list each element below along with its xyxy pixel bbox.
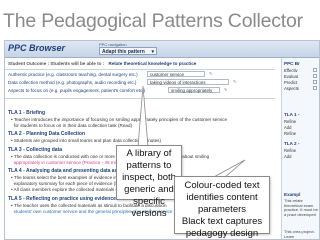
callout-line: generic and <box>124 184 174 195</box>
callout-line: A library of <box>126 148 172 159</box>
callout-line: parameters <box>197 204 247 215</box>
callout-line: pedagogy design <box>185 228 259 239</box>
callout-line: inspect, both <box>122 172 176 183</box>
callout-line: Black text captures <box>181 216 263 227</box>
callout-pointer-library <box>137 85 149 148</box>
callout-colors: Colour-coded text identifies content par… <box>174 176 270 239</box>
callout-line: Colour-coded text <box>184 180 260 191</box>
callout-line: specific versions <box>131 196 167 219</box>
callout-library: A library of patterns to inspect, both g… <box>116 145 182 219</box>
callout-line: patterns to <box>126 160 172 171</box>
callout-line: identifies content <box>186 192 258 203</box>
